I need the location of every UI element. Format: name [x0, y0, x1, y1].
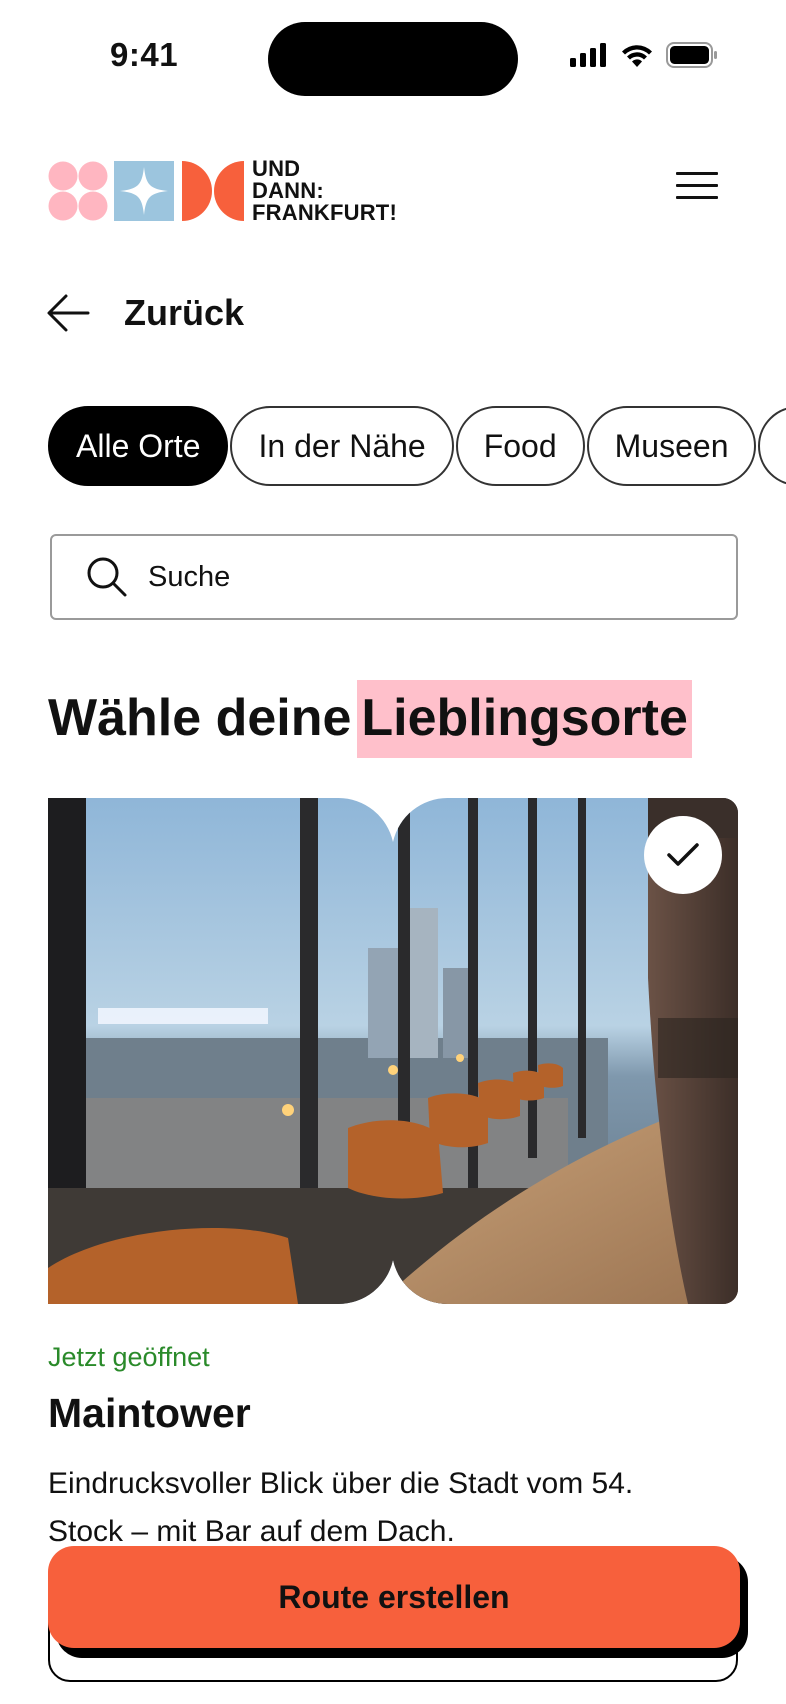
open-status: Jetzt geöffnet [48, 1342, 210, 1372]
menu-icon-line [676, 196, 718, 199]
search-icon [87, 557, 127, 597]
filter-chip-museen[interactable]: Museen [586, 406, 757, 486]
place-name: Maintower [48, 1390, 251, 1436]
heading-highlight: Lieblingsorte [357, 680, 692, 758]
status-time: 9:41 [110, 36, 179, 73]
back-button[interactable]: Zurück [46, 292, 244, 334]
place-description: Eindrucksvoller Blick über die Stadt vom… [48, 1467, 634, 1548]
back-label: Zurück [124, 292, 245, 333]
menu-icon-line [676, 184, 718, 187]
filter-chip-alle-orte[interactable]: Alle Orte [48, 406, 229, 486]
status-bar: 9:41 [0, 0, 786, 118]
filter-chip-food[interactable]: Food [455, 406, 585, 486]
dynamic-island [268, 22, 518, 96]
search-box[interactable] [50, 534, 738, 620]
filter-chip-more[interactable] [758, 406, 786, 486]
selected-check-button[interactable] [644, 816, 722, 894]
heading-text: Wähle deine [48, 689, 352, 747]
filter-chips: Alle Orte In der Nähe Food Museen [48, 406, 786, 486]
create-route-button[interactable]: Route erstellen [48, 1546, 740, 1648]
logo-wordmark: UND DANN: FRANKFURT! [252, 156, 397, 225]
hamburger-menu-button[interactable] [676, 172, 718, 206]
page-heading: Wähle deine Lieblingsorte [48, 680, 692, 758]
battery-icon [666, 42, 717, 68]
logo-mark-icon [48, 161, 244, 221]
filter-chip-in-der-naehe[interactable]: In der Nähe [230, 406, 454, 486]
arrow-left-icon [47, 294, 90, 332]
checkmark-icon [667, 843, 699, 866]
search-input[interactable] [146, 559, 710, 595]
wifi-icon [622, 44, 652, 67]
app-logo[interactable]: UND DANN: FRANKFURT! [48, 158, 397, 224]
menu-icon-line [676, 172, 718, 175]
cellular-signal-icon [570, 43, 606, 67]
place-photo[interactable] [48, 798, 738, 1304]
status-icons [570, 42, 718, 68]
